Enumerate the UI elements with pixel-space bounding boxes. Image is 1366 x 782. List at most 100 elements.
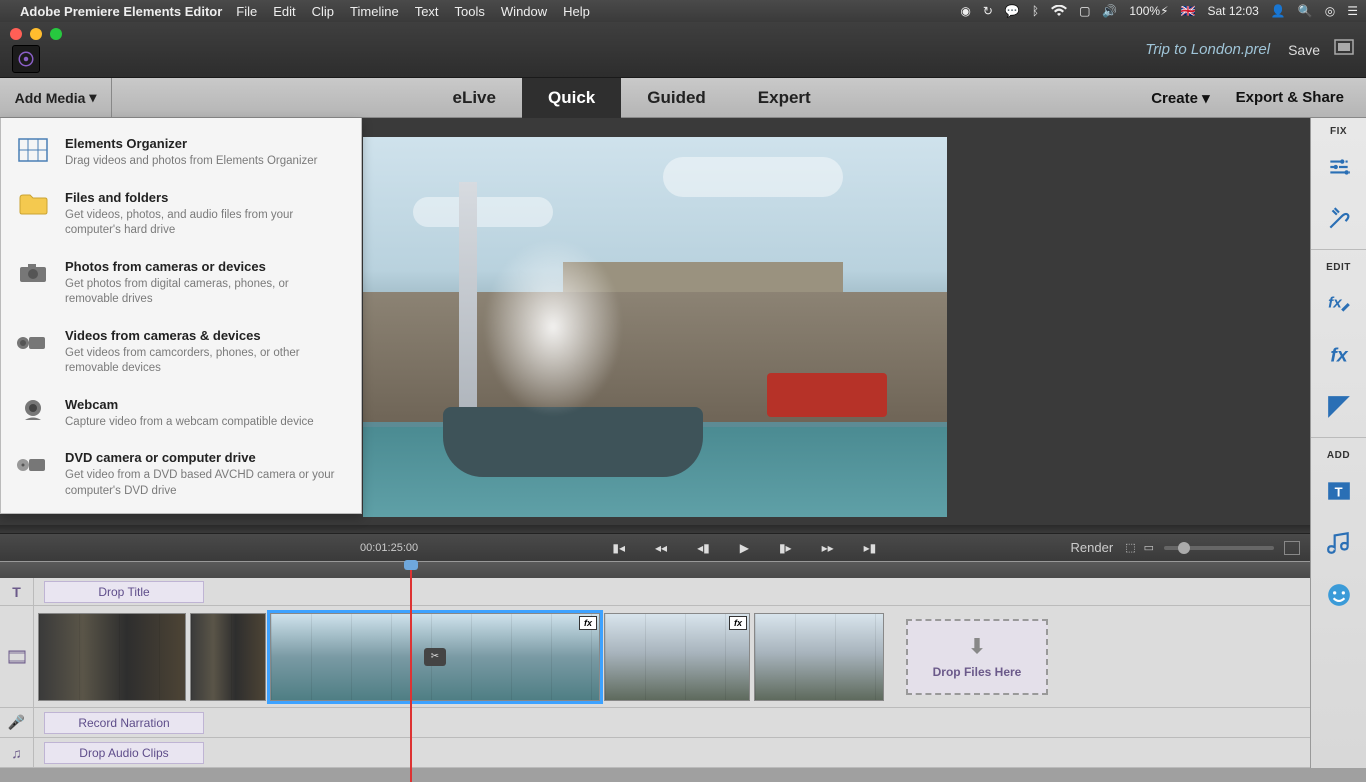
timecode: 00:01:25:00 — [360, 542, 418, 554]
step-forward-button[interactable]: ▮▸ — [779, 541, 792, 555]
video-preview[interactable] — [363, 137, 947, 517]
add-media-dvd[interactable]: DVD camera or computer driveGet video fr… — [1, 440, 361, 509]
macos-menubar: Adobe Premiere Elements Editor File Edit… — [0, 0, 1366, 22]
effects-button[interactable]: fx — [1321, 285, 1357, 321]
organizer-icon — [15, 136, 51, 164]
menu-clip[interactable]: Clip — [312, 4, 334, 19]
clip-5[interactable] — [754, 613, 884, 701]
save-button[interactable]: Save — [1288, 42, 1320, 58]
play-button[interactable]: ▶ — [740, 541, 749, 555]
drop-audio-zone[interactable]: Drop Audio Clips — [44, 742, 204, 764]
fullscreen-preview-button[interactable] — [1284, 541, 1300, 555]
title-track: T Drop Title — [0, 578, 1310, 606]
audio-track: ♫ Drop Audio Clips — [0, 738, 1310, 768]
folder-icon — [15, 190, 51, 218]
minimize-window-button[interactable] — [30, 28, 42, 40]
split-clip-icon[interactable]: ✂ — [424, 648, 446, 666]
clip-4[interactable]: fx — [604, 613, 750, 701]
accessibility-icon[interactable]: ◉ — [960, 4, 970, 18]
zoom-window-button[interactable] — [50, 28, 62, 40]
drop-files-zone[interactable]: ⬇ Drop Files Here — [906, 619, 1048, 695]
menu-timeline[interactable]: Timeline — [350, 4, 399, 19]
graphics-button[interactable] — [1321, 577, 1357, 613]
menu-edit[interactable]: Edit — [273, 4, 295, 19]
narration-track: 🎤 Record Narration — [0, 708, 1310, 738]
transitions-button[interactable] — [1321, 389, 1357, 425]
add-media-organizer[interactable]: Elements OrganizerDrag videos and photos… — [1, 126, 361, 180]
battery-status[interactable]: 100% ⚡︎ — [1129, 4, 1168, 18]
zoom-slider[interactable] — [1164, 546, 1274, 550]
clock[interactable]: Sat 12:03 — [1207, 4, 1258, 18]
input-flag[interactable]: 🇬🇧 — [1181, 4, 1196, 18]
clip-2[interactable] — [190, 613, 266, 701]
webcam-icon — [15, 397, 51, 425]
add-media-button[interactable]: Add Media▾ — [0, 78, 112, 117]
title-track-icon: T — [0, 578, 34, 605]
volume-icon[interactable]: 🔊 — [1102, 4, 1117, 18]
safe-margins-icon[interactable]: ⬚ — [1125, 541, 1135, 554]
record-narration-button[interactable]: Record Narration — [44, 712, 204, 734]
single-view-icon[interactable]: ▭ — [1144, 541, 1154, 554]
camcorder-icon — [15, 328, 51, 356]
siri-icon[interactable]: ◎ — [1325, 4, 1335, 18]
spotlight-icon[interactable]: 🔍 — [1298, 4, 1313, 18]
create-button[interactable]: Create ▾ — [1151, 89, 1209, 107]
music-note-icon: ♫ — [0, 738, 34, 767]
download-arrow-icon: ⬇ — [969, 634, 986, 659]
wifi-icon[interactable] — [1051, 5, 1067, 17]
add-media-videos[interactable]: Videos from cameras & devicesGet videos … — [1, 318, 361, 387]
render-button[interactable]: Render — [1071, 540, 1114, 555]
timeline-ruler[interactable] — [0, 562, 1310, 578]
svg-text:fx: fx — [1328, 294, 1342, 311]
menu-window[interactable]: Window — [501, 4, 547, 19]
adjust-button[interactable] — [1321, 149, 1357, 185]
video-track: fx ✂ fx ⬇ Drop Files Here — [0, 606, 1310, 708]
prev-clip-button[interactable]: ◂◂ — [655, 541, 667, 555]
titles-button[interactable]: T — [1321, 473, 1357, 509]
notification-center-icon[interactable]: ☰ — [1347, 4, 1358, 18]
goto-start-button[interactable]: ▮◂ — [612, 541, 625, 555]
menu-file[interactable]: File — [236, 4, 257, 19]
tab-expert[interactable]: Expert — [732, 78, 837, 118]
user-icon[interactable]: 👤 — [1271, 4, 1286, 18]
add-section-label: ADD — [1327, 442, 1350, 465]
add-media-webcam[interactable]: WebcamCapture video from a webcam compat… — [1, 387, 361, 441]
export-share-button[interactable]: Export & Share — [1236, 89, 1344, 106]
goto-end-button[interactable]: ▸▮ — [864, 541, 877, 555]
app-logo-icon — [12, 45, 40, 73]
next-clip-button[interactable]: ▸▸ — [822, 541, 834, 555]
timemachine-icon[interactable]: ↻ — [983, 4, 993, 18]
svg-text:T: T — [1334, 484, 1342, 499]
playhead[interactable] — [410, 562, 412, 782]
transport-bar: 00:01:25:00 ▮◂ ◂◂ ◂▮ ▶ ▮▸ ▸▸ ▸▮ Render ⬚… — [0, 533, 1310, 561]
clip-1[interactable] — [38, 613, 186, 701]
add-media-dropdown: Elements OrganizerDrag videos and photos… — [0, 118, 362, 514]
fx-badge-icon: fx — [579, 616, 597, 630]
add-media-files[interactable]: Files and foldersGet videos, photos, and… — [1, 180, 361, 249]
music-button[interactable] — [1321, 525, 1357, 561]
add-media-photos[interactable]: Photos from cameras or devicesGet photos… — [1, 249, 361, 318]
edit-section-label: EDIT — [1326, 254, 1351, 277]
close-window-button[interactable] — [10, 28, 22, 40]
tab-elive[interactable]: eLive — [427, 78, 522, 118]
messages-icon[interactable]: 💬 — [1005, 4, 1020, 18]
tab-guided[interactable]: Guided — [621, 78, 732, 118]
step-back-button[interactable]: ◂▮ — [697, 541, 710, 555]
app-name[interactable]: Adobe Premiere Elements Editor — [20, 4, 222, 19]
applied-effects-button[interactable]: fx — [1321, 337, 1357, 373]
bluetooth-icon[interactable]: ᛒ — [1032, 4, 1039, 18]
menubar-status: ◉ ↻ 💬 ᛒ ▢ 🔊 100% ⚡︎ 🇬🇧 Sat 12:03 👤 🔍 ◎ ☰ — [960, 4, 1358, 18]
clip-3-selected[interactable]: fx ✂ — [270, 613, 600, 701]
drop-title-zone[interactable]: Drop Title — [44, 581, 204, 603]
menu-tools[interactable]: Tools — [455, 4, 485, 19]
right-panel: FIX EDIT fx fx ADD T — [1310, 118, 1366, 768]
tools-button[interactable] — [1321, 201, 1357, 237]
airplay-icon[interactable]: ▢ — [1079, 4, 1090, 18]
fullscreen-icon[interactable] — [1334, 39, 1354, 60]
titlebar: Trip to London.prel Save — [0, 22, 1366, 78]
menu-help[interactable]: Help — [563, 4, 590, 19]
menu-text[interactable]: Text — [415, 4, 439, 19]
fx-badge-icon: fx — [729, 616, 747, 630]
tab-quick[interactable]: Quick — [522, 78, 621, 118]
mode-bar: Add Media▾ eLive Quick Guided Expert Cre… — [0, 78, 1366, 118]
